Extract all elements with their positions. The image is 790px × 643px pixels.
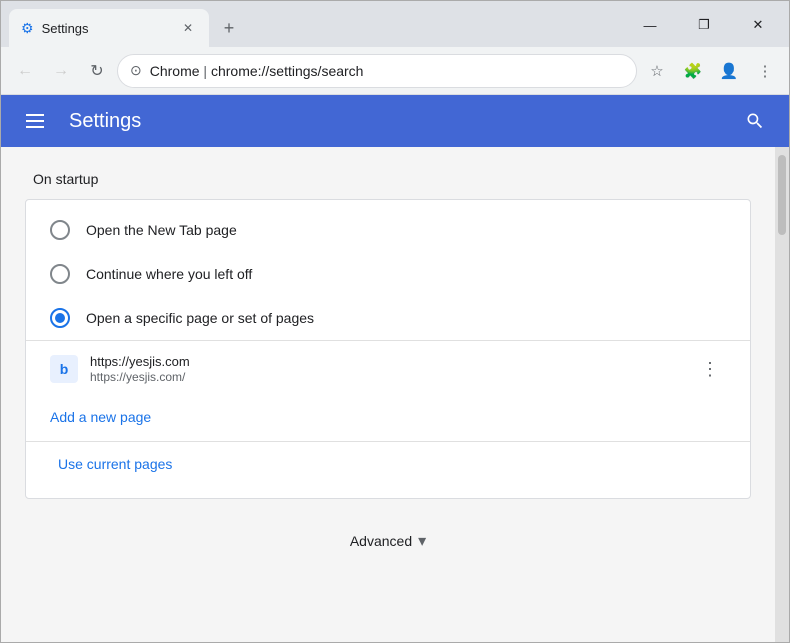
use-current-pages-button[interactable]: Use current pages — [42, 450, 188, 478]
browser-window: ⚙ Settings ✕ + — ❐ ✕ ← → ↻ ⊙ Chrome | ch… — [0, 0, 790, 643]
active-tab[interactable]: ⚙ Settings ✕ — [9, 9, 209, 47]
settings-search-button[interactable] — [737, 103, 773, 139]
hamburger-line-2 — [26, 120, 44, 122]
address-text: Chrome | chrome://settings/search — [150, 63, 624, 79]
bookmark-button[interactable]: ☆ — [641, 55, 673, 87]
radio-specific-page[interactable] — [50, 308, 70, 328]
extensions-button[interactable]: 🧩 — [677, 55, 709, 87]
close-button[interactable]: ✕ — [735, 9, 781, 41]
option-continue[interactable]: Continue where you left off — [26, 252, 750, 296]
hamburger-menu-button[interactable] — [17, 103, 53, 139]
settings-page-title: Settings — [69, 110, 721, 133]
scrollbar[interactable] — [775, 147, 789, 642]
option-new-tab-label: Open the New Tab page — [86, 222, 237, 238]
title-bar: ⚙ Settings ✕ + — ❐ ✕ — [1, 1, 789, 47]
page-info: https://yesjis.com https://yesjis.com/ — [90, 354, 682, 384]
section-title: On startup — [1, 171, 775, 199]
tab-title: Settings — [42, 21, 171, 36]
search-icon — [745, 111, 765, 131]
main-content: On startup Open the New Tab page Continu… — [1, 147, 775, 642]
nav-actions: ☆ 🧩 👤 ⋮ — [641, 55, 781, 87]
divider — [26, 441, 750, 442]
content-area: On startup Open the New Tab page Continu… — [1, 147, 789, 642]
hamburger-line-1 — [26, 114, 44, 116]
option-new-tab[interactable]: Open the New Tab page — [26, 208, 750, 252]
chevron-down-icon: ▾ — [418, 531, 426, 551]
page-favicon: b — [50, 355, 78, 383]
new-tab-button[interactable]: + — [213, 12, 245, 44]
tab-close-button[interactable]: ✕ — [179, 19, 197, 37]
radio-new-tab[interactable] — [50, 220, 70, 240]
option-continue-label: Continue where you left off — [86, 266, 252, 282]
maximize-button[interactable]: ❐ — [681, 9, 727, 41]
profile-button[interactable]: 👤 — [713, 55, 745, 87]
nav-bar: ← → ↻ ⊙ Chrome | chrome://settings/searc… — [1, 47, 789, 95]
startup-page-entry: b https://yesjis.com https://yesjis.com/… — [26, 340, 750, 397]
page-name: https://yesjis.com — [90, 354, 682, 369]
add-new-page-button[interactable]: Add a new page — [26, 397, 175, 437]
advanced-button[interactable]: Advanced ▾ — [334, 523, 442, 559]
chrome-menu-button[interactable]: ⋮ — [749, 55, 781, 87]
reload-button[interactable]: ↻ — [81, 55, 113, 87]
forward-button[interactable]: → — [45, 55, 77, 87]
address-bar[interactable]: ⊙ Chrome | chrome://settings/search — [117, 54, 637, 88]
page-url: https://yesjis.com/ — [90, 370, 682, 384]
advanced-label: Advanced — [350, 533, 412, 549]
radio-continue[interactable] — [50, 264, 70, 284]
advanced-area: Advanced ▾ — [1, 499, 775, 583]
address-favicon: ⊙ — [130, 62, 142, 79]
scrollbar-thumb[interactable] — [778, 155, 786, 235]
option-specific-page-label: Open a specific page or set of pages — [86, 310, 314, 326]
settings-header: Settings — [1, 95, 789, 147]
hamburger-line-3 — [26, 126, 44, 128]
page-menu-button[interactable]: ⋮ — [694, 353, 726, 385]
tab-favicon: ⚙ — [21, 20, 34, 37]
minimize-button[interactable]: — — [627, 9, 673, 41]
window-controls: — ❐ ✕ — [627, 9, 781, 47]
option-specific-page[interactable]: Open a specific page or set of pages — [26, 296, 750, 340]
back-button[interactable]: ← — [9, 55, 41, 87]
startup-options-card: Open the New Tab page Continue where you… — [25, 199, 751, 499]
